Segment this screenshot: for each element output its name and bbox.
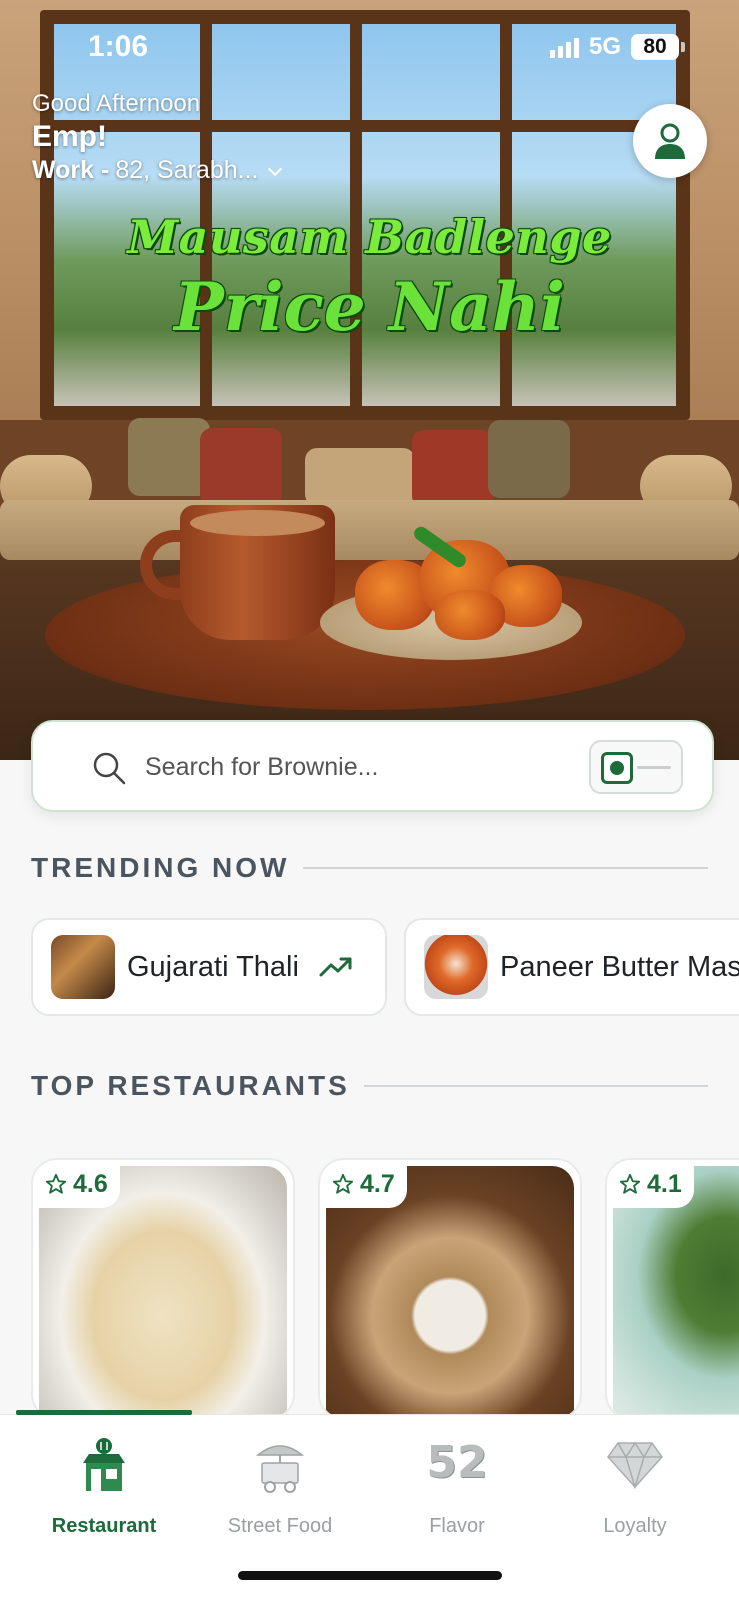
- rating-badge: 4.6: [33, 1160, 120, 1208]
- veg-only-toggle[interactable]: [589, 740, 683, 794]
- banner-line-2: Price Nahi: [174, 268, 565, 346]
- rating-value: 4.1: [647, 1169, 682, 1198]
- trending-item-label: Paneer Butter Masala: [500, 950, 739, 983]
- trending-list[interactable]: Gujarati Thali Paneer Butter Masala: [31, 918, 739, 1018]
- status-time: 1:06: [88, 30, 149, 63]
- diamond-icon: [607, 1441, 663, 1489]
- restaurant-card[interactable]: 4.7: [318, 1158, 582, 1418]
- restaurant-card[interactable]: 4.6: [31, 1158, 295, 1418]
- banner-line-1: Mausam Badlenge: [127, 210, 612, 264]
- chevron-down-icon: [268, 161, 283, 176]
- user-icon: [655, 123, 685, 159]
- search-bar[interactable]: [31, 720, 714, 812]
- star-icon: [332, 1173, 354, 1194]
- status-indicators: 5G 80: [549, 33, 685, 61]
- restaurant-icon: [83, 1438, 125, 1491]
- trending-item-label: Gujarati Thali: [127, 950, 299, 983]
- home-indicator[interactable]: [238, 1571, 502, 1580]
- battery-icon: 80: [631, 34, 685, 60]
- restaurants-header: TOP RESTAURANTS: [31, 1070, 708, 1102]
- trending-title: TRENDING NOW: [31, 852, 290, 883]
- banner-headline: Mausam Badlenge Price Nahi: [0, 210, 739, 346]
- trending-up-icon: [319, 957, 352, 977]
- thali-thumbnail: [51, 935, 115, 999]
- food-cart-icon: [255, 1445, 305, 1493]
- nav-label: Flavor: [429, 1515, 485, 1537]
- rating-badge: 4.7: [320, 1160, 407, 1208]
- nav-restaurant[interactable]: Restaurant: [14, 1429, 194, 1539]
- greeting-text: Good Afternoon: [32, 90, 201, 117]
- trending-header: TRENDING NOW: [31, 852, 708, 884]
- nav-label: Restaurant: [51, 1515, 157, 1537]
- flavor-52-icon: 52: [426, 1437, 488, 1488]
- active-tab-indicator: [16, 1410, 192, 1415]
- user-name: Emp!: [32, 120, 107, 153]
- signal-icon: [549, 36, 579, 58]
- greeting-block: Good Afternoon Emp! Work - 82, Sarabh...: [32, 90, 283, 185]
- rating-value: 4.7: [360, 1169, 395, 1198]
- nav-street-food[interactable]: Street Food: [190, 1429, 370, 1539]
- section-divider: [363, 1085, 708, 1087]
- section-divider: [303, 867, 708, 869]
- search-input[interactable]: [145, 742, 585, 792]
- star-icon: [45, 1173, 67, 1194]
- nav-label: Loyalty: [603, 1515, 667, 1537]
- trending-item[interactable]: Paneer Butter Masala: [404, 918, 739, 1016]
- profile-button[interactable]: [633, 104, 707, 178]
- address-label: Work -: [32, 156, 110, 184]
- search-icon: [93, 752, 126, 785]
- restaurant-list[interactable]: 4.6 4.7 4.1: [31, 1158, 739, 1418]
- restaurant-card[interactable]: 4.1: [605, 1158, 739, 1418]
- restaurants-title: TOP RESTAURANTS: [31, 1070, 350, 1101]
- rating-value: 4.6: [73, 1169, 108, 1198]
- veg-icon: [601, 752, 633, 784]
- nav-loyalty[interactable]: Loyalty: [545, 1429, 725, 1539]
- nav-label: Street Food: [227, 1515, 333, 1537]
- paneer-thumbnail: [424, 935, 488, 999]
- rating-badge: 4.1: [607, 1160, 694, 1208]
- address-text: 82, Sarabh...: [115, 156, 259, 184]
- address-selector[interactable]: Work - 82, Sarabh...: [32, 156, 283, 185]
- trending-item[interactable]: Gujarati Thali: [31, 918, 387, 1016]
- star-icon: [619, 1173, 641, 1194]
- nav-flavor[interactable]: 52 Flavor: [367, 1429, 547, 1539]
- network-type: 5G: [588, 33, 621, 60]
